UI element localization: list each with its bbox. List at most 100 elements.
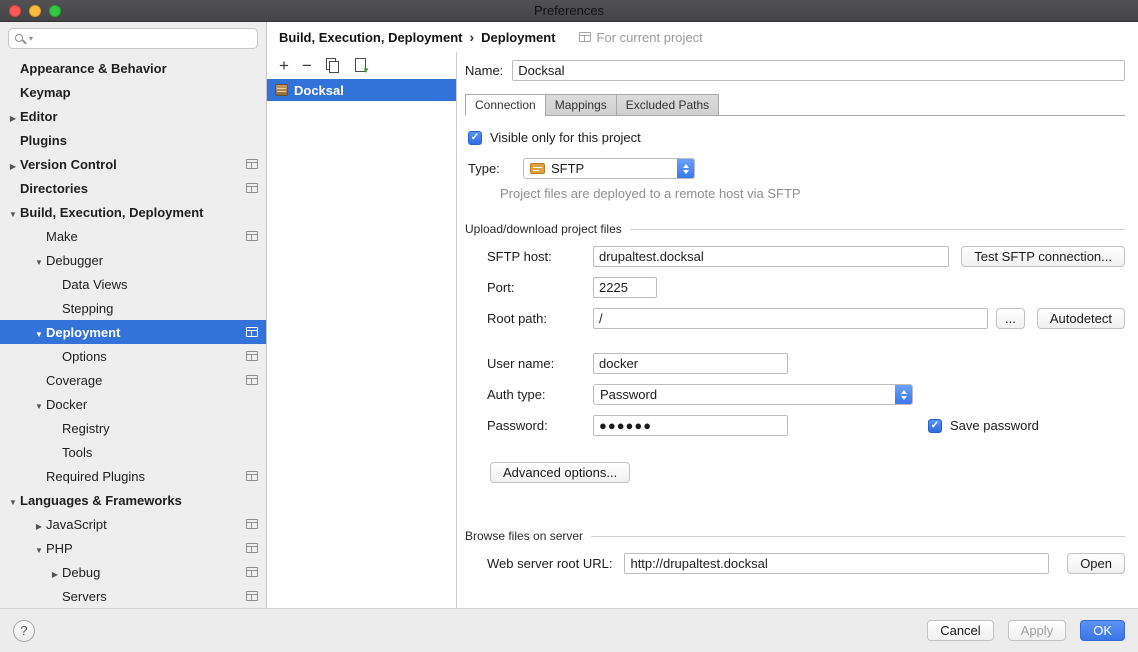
chevron-down-icon[interactable] [32, 253, 46, 268]
server-name: Docksal [294, 83, 344, 98]
search-area: ▾ [0, 22, 266, 53]
close-button[interactable] [9, 5, 21, 17]
sidebar-item-label: Deployment [46, 325, 120, 340]
sidebar-item-javascript[interactable]: JavaScript [0, 512, 266, 536]
sidebar-item-data-views[interactable]: Data Views [0, 272, 266, 296]
sidebar-item-label: Docker [46, 397, 87, 412]
visible-only-checkbox[interactable] [468, 131, 482, 145]
sidebar-item-servers[interactable]: Servers [0, 584, 266, 608]
chevron-right-icon[interactable] [6, 109, 20, 124]
server-list-item-docksal[interactable]: Docksal [267, 79, 456, 101]
zoom-button[interactable] [49, 5, 61, 17]
search-options-caret-icon[interactable]: ▾ [29, 34, 33, 43]
sftp-host-field[interactable] [593, 246, 949, 267]
sidebar-item-languages-frameworks[interactable]: Languages & Frameworks [0, 488, 266, 512]
port-field[interactable] [593, 277, 657, 298]
apply-button[interactable]: Apply [1008, 620, 1067, 641]
per-project-settings-icon [246, 231, 258, 241]
password-field[interactable] [593, 415, 788, 436]
remove-server-button[interactable]: − [302, 57, 312, 74]
chevron-down-icon[interactable] [32, 541, 46, 556]
sidebar-item-coverage[interactable]: Coverage [0, 368, 266, 392]
import-server-icon[interactable] [353, 58, 368, 73]
sidebar-item-label: Servers [62, 589, 107, 604]
auth-type-value: Password [600, 387, 657, 402]
per-project-settings-icon [246, 375, 258, 385]
sidebar-item-php[interactable]: PHP [0, 536, 266, 560]
sidebar-item-debugger[interactable]: Debugger [0, 248, 266, 272]
type-hint: Project files are deployed to a remote h… [500, 186, 1125, 201]
sidebar-item-build-execution-deployment[interactable]: Build, Execution, Deployment [0, 200, 266, 224]
sidebar-item-directories[interactable]: Directories [0, 176, 266, 200]
user-name-field[interactable] [593, 353, 788, 374]
add-server-button[interactable]: + [279, 57, 289, 74]
sidebar-item-required-plugins[interactable]: Required Plugins [0, 464, 266, 488]
tab-excluded-paths[interactable]: Excluded Paths [616, 94, 719, 116]
browse-section-header: Browse files on server [465, 529, 1125, 543]
open-button[interactable]: Open [1067, 553, 1125, 574]
chevron-down-icon[interactable] [32, 325, 46, 340]
copy-server-icon[interactable] [325, 58, 340, 73]
section-divider [591, 536, 1125, 537]
help-button[interactable]: ? [13, 620, 35, 642]
search-box[interactable]: ▾ [8, 28, 258, 49]
autodetect-button[interactable]: Autodetect [1037, 308, 1125, 329]
sidebar-item-appearance-behavior[interactable]: Appearance & Behavior [0, 56, 266, 80]
sidebar-item-label: Build, Execution, Deployment [20, 205, 203, 220]
main-panel: Build, Execution, Deployment › Deploymen… [267, 22, 1138, 608]
auth-type-select[interactable]: Password [593, 384, 913, 405]
sidebar-item-label: Options [62, 349, 107, 364]
chevron-down-icon[interactable] [6, 493, 20, 508]
save-password-checkbox[interactable] [928, 419, 942, 433]
search-input[interactable] [35, 30, 252, 47]
web-root-field[interactable] [624, 553, 1049, 574]
tab-connection[interactable]: Connection [465, 94, 546, 116]
chevron-down-icon[interactable] [32, 397, 46, 412]
sidebar-item-tools[interactable]: Tools [0, 440, 266, 464]
sidebar-item-plugins[interactable]: Plugins [0, 128, 266, 152]
sidebar-item-keymap[interactable]: Keymap [0, 80, 266, 104]
settings-sidebar: ▾ Appearance & Behavior Keymap Editor [0, 22, 267, 608]
root-path-field[interactable] [593, 308, 988, 329]
sidebar-item-make[interactable]: Make [0, 224, 266, 248]
stepper-icon[interactable] [895, 385, 912, 404]
sidebar-item-version-control[interactable]: Version Control [0, 152, 266, 176]
sidebar-item-label: Appearance & Behavior [20, 61, 167, 76]
titlebar: Preferences [0, 0, 1138, 22]
upload-section-title: Upload/download project files [465, 222, 622, 236]
chevron-right-icon[interactable] [6, 157, 20, 172]
sidebar-item-docker[interactable]: Docker [0, 392, 266, 416]
advanced-options-button[interactable]: Advanced options... [490, 462, 630, 483]
section-divider [630, 229, 1125, 230]
chevron-right-icon[interactable] [48, 565, 62, 580]
upload-section-header: Upload/download project files [465, 222, 1125, 236]
per-project-settings-icon [246, 351, 258, 361]
user-name-label: User name: [487, 356, 593, 371]
type-select[interactable]: SFTP [523, 158, 695, 179]
sidebar-item-label: Data Views [62, 277, 128, 292]
dialog-footer: ? Cancel Apply OK [0, 608, 1138, 652]
cancel-button[interactable]: Cancel [927, 620, 993, 641]
stepper-icon[interactable] [677, 159, 694, 178]
server-config-form: Name: Connection Mappings Excluded Paths… [457, 52, 1138, 608]
server-icon [275, 84, 288, 96]
sidebar-item-options[interactable]: Options [0, 344, 266, 368]
tab-mappings[interactable]: Mappings [545, 94, 617, 116]
browse-root-button[interactable]: ... [996, 308, 1025, 329]
per-project-settings-icon [246, 543, 258, 553]
chevron-down-icon[interactable] [6, 205, 20, 220]
breadcrumb: Build, Execution, Deployment › Deploymen… [267, 22, 1138, 52]
sidebar-item-label: JavaScript [46, 517, 107, 532]
per-project-settings-icon [246, 519, 258, 529]
test-connection-button[interactable]: Test SFTP connection... [961, 246, 1125, 267]
sidebar-item-registry[interactable]: Registry [0, 416, 266, 440]
minimize-button[interactable] [29, 5, 41, 17]
chevron-right-icon[interactable] [32, 517, 46, 532]
sidebar-item-deployment[interactable]: Deployment [0, 320, 266, 344]
sidebar-item-stepping[interactable]: Stepping [0, 296, 266, 320]
name-field[interactable] [512, 60, 1125, 81]
sidebar-item-editor[interactable]: Editor [0, 104, 266, 128]
sftp-host-label: SFTP host: [487, 249, 593, 264]
ok-button[interactable]: OK [1080, 620, 1125, 641]
sidebar-item-debug[interactable]: Debug [0, 560, 266, 584]
